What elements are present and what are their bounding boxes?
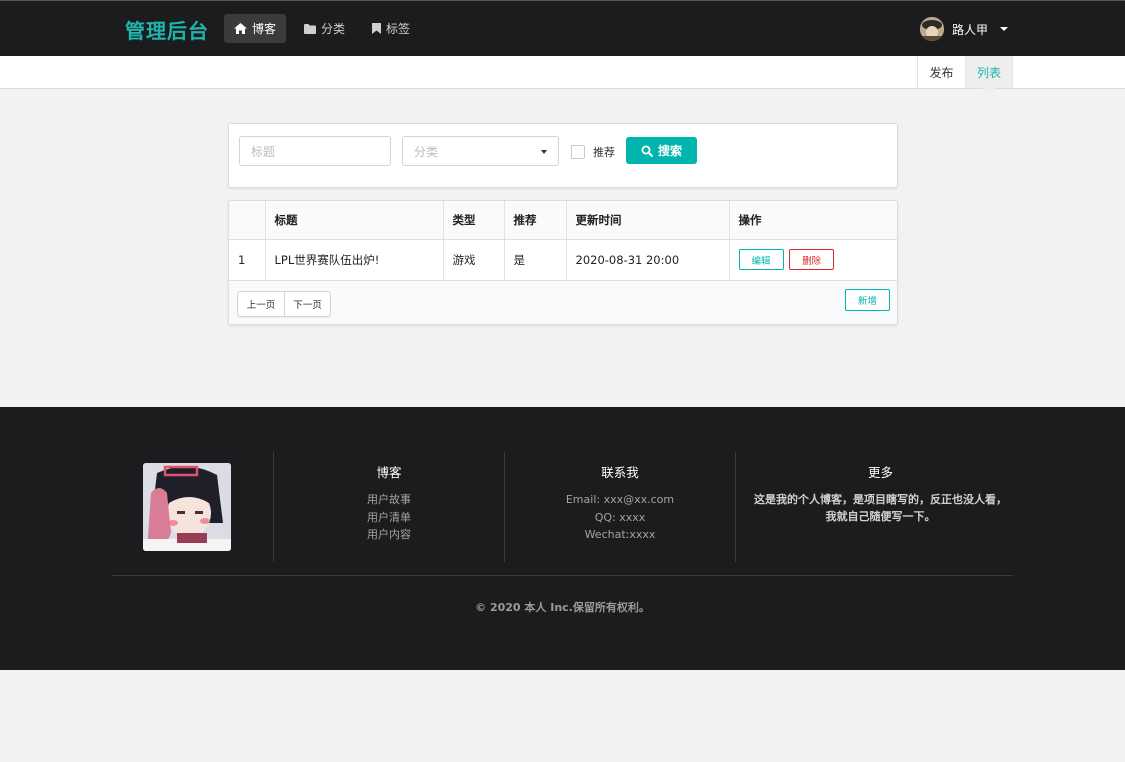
nav-item-label: 标签 (386, 22, 411, 36)
row-index: 1 (229, 239, 266, 280)
row-updated: 2020-08-31 20:00 (566, 239, 730, 280)
footer-link[interactable]: 用户清单 (274, 509, 504, 527)
footer-column-title: 联系我 (601, 465, 639, 480)
table-header: 更新时间 (566, 201, 730, 240)
nav-item-category[interactable]: 分类 (294, 14, 355, 43)
copyright-text: © 2020 本人 Inc.保留所有权利。 (475, 601, 650, 614)
delete-button[interactable]: 删除 (789, 249, 835, 271)
add-blog-button[interactable]: 新增 (845, 289, 890, 311)
next-page-button[interactable]: 下一页 (284, 292, 330, 316)
nav-item-label: 分类 (321, 22, 346, 36)
tab-publish[interactable]: 发布 (917, 56, 965, 88)
footer-about-text: 这是我的个人博客，是项目瞎写的，反正也没人看，我就自己随便写一下。 (754, 493, 1007, 523)
title-input-placeholder: 标题 (251, 144, 276, 159)
recommend-checkbox[interactable] (571, 145, 585, 159)
search-button-label: 搜索 (657, 144, 682, 158)
sub-menu: 发布 列表 (0, 56, 1125, 94)
user-menu[interactable]: 路人甲 (920, 17, 1009, 41)
brand-title[interactable]: 管理后台 (125, 15, 209, 44)
table-header: 标题 (265, 201, 444, 240)
user-name: 路人甲 (952, 22, 989, 37)
dropdown-caret-icon (541, 150, 547, 154)
tab-label: 列表 (976, 65, 1001, 80)
avatar (920, 17, 944, 41)
nav-item-label: 博客 (252, 22, 277, 36)
footer-blog-column: 博客 用户故事 用户清单 用户内容 (273, 452, 504, 562)
nav-item-tag[interactable]: 标签 (362, 14, 420, 43)
contact-wechat: Wechat:xxxx (584, 528, 656, 541)
caret-down-icon (1000, 27, 1009, 31)
recommend-checkbox-field[interactable]: 推荐 (571, 144, 615, 160)
footer-column-title: 更多 (867, 465, 893, 480)
category-select[interactable]: 分类 (402, 136, 559, 166)
row-actions: 编辑 删除 (729, 239, 897, 280)
table-header: 推荐 (504, 201, 567, 240)
table-header-row: 标题 类型 推荐 更新时间 操作 (229, 201, 897, 240)
bookmark-icon (372, 23, 381, 34)
category-select-placeholder: 分类 (414, 144, 439, 159)
tab-label: 发布 (929, 65, 954, 80)
pagination: 上一页 下一页 (237, 291, 331, 317)
home-icon (234, 23, 247, 34)
prev-page-button[interactable]: 上一页 (238, 292, 284, 316)
nav-item-blog[interactable]: 博客 (224, 14, 287, 43)
search-form: 标题 分类 推荐 搜索 (228, 123, 898, 188)
table-header (229, 201, 266, 240)
table-row: 1 LPL世界赛队伍出炉! 游戏 是 2020-08-31 20:00 编辑 删… (229, 239, 897, 280)
footer-contact-column: 联系我 Email: xxx@xx.com QQ: xxxx Wechat:xx… (504, 452, 735, 562)
row-title: LPL世界赛队伍出炉! (265, 239, 444, 280)
footer-column-title: 博客 (376, 465, 402, 480)
contact-qq: QQ: xxxx (594, 510, 646, 524)
row-recommend: 是 (504, 239, 567, 280)
search-icon (641, 145, 653, 157)
table-header: 操作 (729, 201, 897, 240)
edit-button[interactable]: 编辑 (738, 249, 784, 271)
folder-icon (304, 23, 316, 34)
blog-table: 标题 类型 推荐 更新时间 操作 1 LPL世界赛队伍出炉! 游戏 是 2020… (228, 200, 898, 325)
footer-avatar-image (143, 463, 231, 551)
footer-link[interactable]: 用户故事 (274, 491, 504, 509)
tab-list[interactable]: 列表 (965, 56, 1013, 94)
contact-email: Email: xxx@xx.com (565, 493, 675, 506)
row-type: 游戏 (443, 239, 505, 280)
footer-more-column: 更多 这是我的个人博客，是项目瞎写的，反正也没人看，我就自己随便写一下。 (735, 452, 1025, 562)
table-header: 类型 (443, 201, 505, 240)
recommend-label: 推荐 (593, 146, 615, 159)
table-footer: 上一页 下一页 新增 (229, 280, 897, 324)
page-footer: 博客 用户故事 用户清单 用户内容 联系我 Email: xxx@xx.com … (0, 407, 1125, 670)
title-input[interactable]: 标题 (239, 136, 391, 166)
footer-divider (112, 575, 1013, 576)
footer-link[interactable]: 用户内容 (274, 526, 504, 544)
top-navbar: 管理后台 博客 分类 标签 路人甲 (0, 0, 1125, 56)
search-button[interactable]: 搜索 (626, 137, 697, 164)
